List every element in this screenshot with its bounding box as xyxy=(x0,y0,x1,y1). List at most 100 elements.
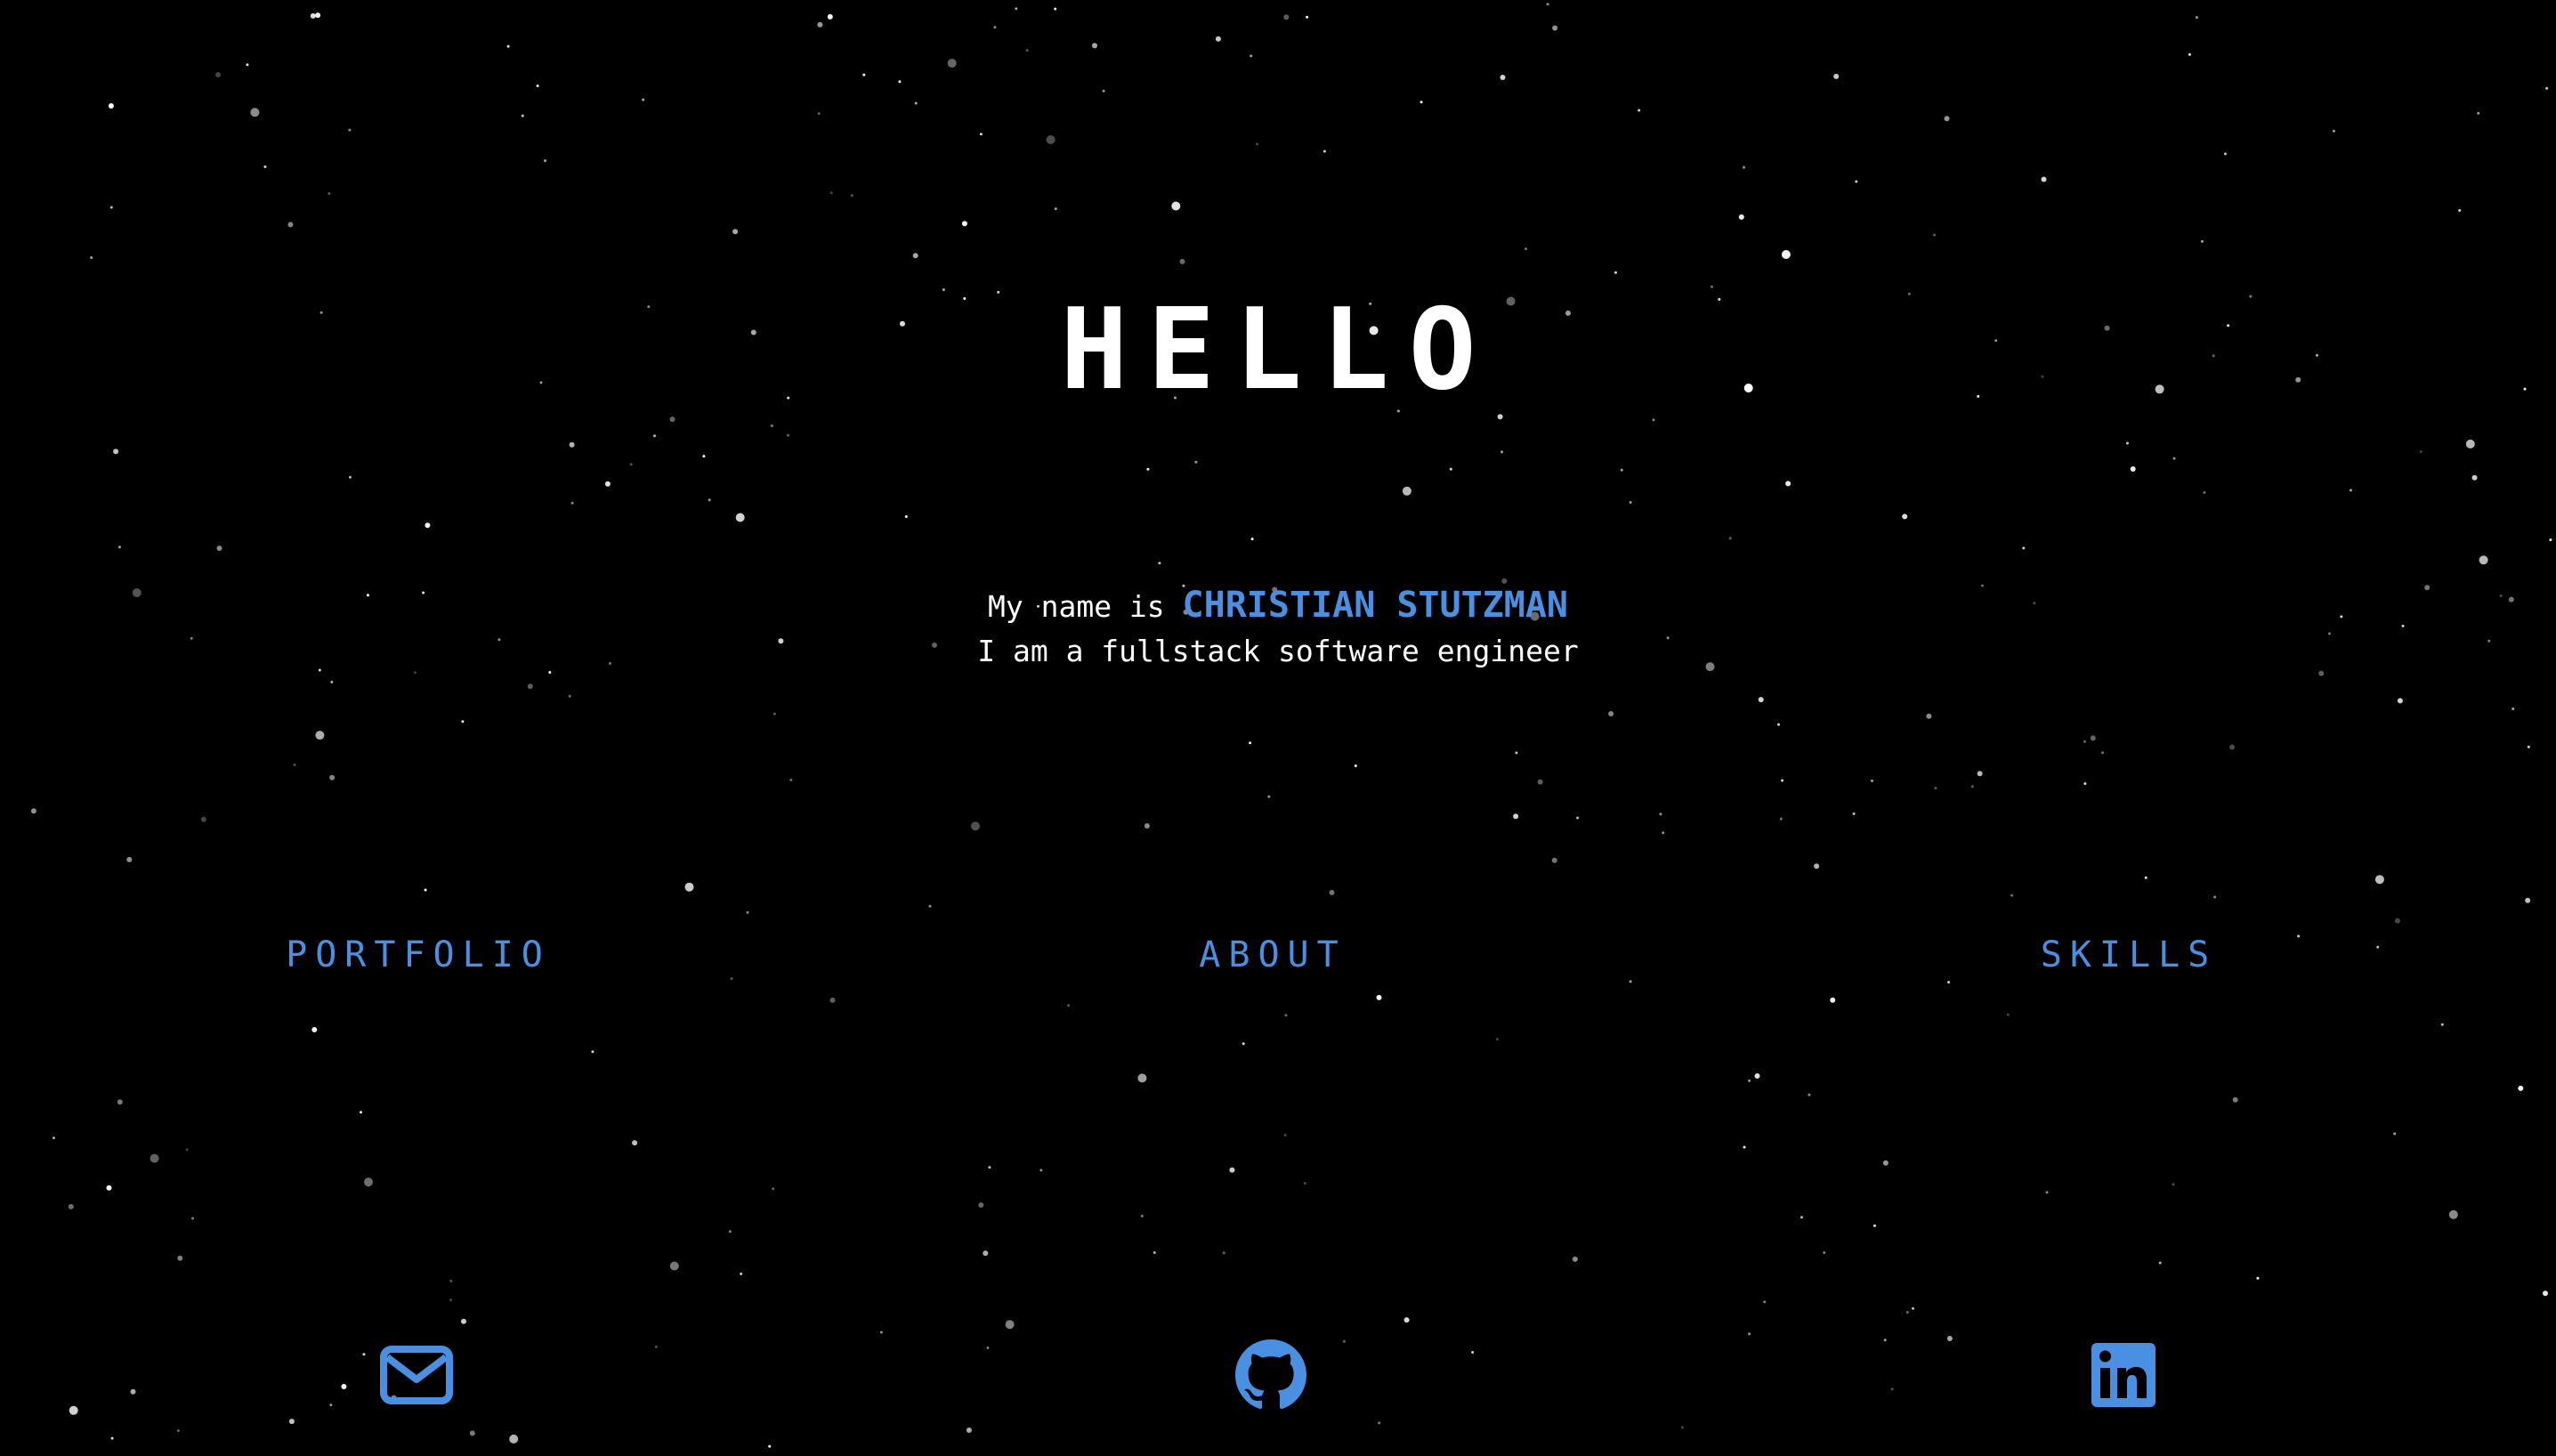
star xyxy=(1449,467,1452,471)
star xyxy=(1638,109,1641,112)
star xyxy=(1933,233,1936,237)
star xyxy=(966,1428,972,1433)
star xyxy=(1833,73,1840,79)
star xyxy=(1242,1042,1245,1046)
intro-tagline: I am a fullstack software engineer xyxy=(977,634,1579,668)
star xyxy=(684,882,694,892)
star xyxy=(2332,129,2335,133)
star xyxy=(1500,75,1506,80)
star xyxy=(2130,466,2136,472)
star xyxy=(2448,1209,2458,1219)
star xyxy=(1823,1251,1826,1254)
star xyxy=(1420,101,1423,104)
star xyxy=(1608,711,1614,716)
star xyxy=(772,1187,775,1191)
star xyxy=(1652,418,1655,422)
star xyxy=(328,192,331,195)
star xyxy=(2144,876,2148,879)
star xyxy=(177,1255,183,1261)
star xyxy=(1785,481,1792,487)
star xyxy=(2090,735,2096,741)
star xyxy=(904,515,908,518)
star xyxy=(1513,813,1519,820)
star xyxy=(1222,1251,1225,1255)
star xyxy=(1303,1182,1306,1185)
star xyxy=(993,26,997,29)
star xyxy=(1403,1317,1410,1323)
star xyxy=(425,522,431,529)
star xyxy=(1194,460,1198,464)
star xyxy=(1748,1332,1751,1336)
star xyxy=(2006,1013,2010,1016)
starfield-background xyxy=(30,3,2552,1448)
star xyxy=(570,501,574,505)
intro-name-line: My name is CHRISTIAN STUTZMAN xyxy=(0,583,2556,629)
star xyxy=(1354,764,1357,767)
star xyxy=(591,1050,595,1054)
star xyxy=(961,221,967,227)
star xyxy=(1546,3,1549,6)
nav-portfolio-link[interactable]: PORTFOLIO xyxy=(286,934,551,975)
star xyxy=(1250,54,1253,58)
star xyxy=(1662,831,1665,835)
star xyxy=(287,222,294,228)
star xyxy=(2374,875,2384,885)
star xyxy=(469,1430,475,1436)
star xyxy=(527,684,533,690)
star xyxy=(2394,918,2400,924)
star xyxy=(311,1027,318,1032)
star xyxy=(1256,142,1258,146)
star xyxy=(1934,787,1937,790)
intro-section: My name is CHRISTIAN STUTZMAN I am a ful… xyxy=(0,583,2556,674)
star xyxy=(862,73,866,77)
star xyxy=(348,128,352,132)
star xyxy=(1808,1093,1811,1096)
star xyxy=(288,1419,295,1425)
star xyxy=(1763,1300,1767,1304)
star xyxy=(1249,741,1252,745)
star xyxy=(1376,994,1382,1000)
star xyxy=(1551,857,1557,863)
star xyxy=(108,103,114,109)
github-link[interactable] xyxy=(1234,1339,1308,1411)
star xyxy=(942,288,945,291)
star xyxy=(1525,247,1527,251)
nav-about-link[interactable]: ABOUT xyxy=(1199,934,1346,975)
linkedin-icon xyxy=(2091,1343,2156,1407)
star xyxy=(1781,250,1791,259)
star xyxy=(740,1272,743,1275)
star xyxy=(424,888,427,892)
star xyxy=(629,463,633,466)
star xyxy=(1140,1214,1144,1217)
linkedin-link[interactable] xyxy=(2088,1339,2163,1411)
star xyxy=(1912,1306,1914,1310)
star xyxy=(2465,439,2475,449)
star xyxy=(364,1177,373,1187)
star xyxy=(817,21,823,28)
email-link[interactable] xyxy=(379,1339,454,1411)
star xyxy=(315,12,321,19)
star xyxy=(1015,7,1018,11)
intro-prefix: My name is xyxy=(987,589,1183,624)
star xyxy=(2224,152,2227,156)
star xyxy=(2440,1023,2444,1026)
star xyxy=(1743,166,1745,169)
star xyxy=(126,856,133,862)
star xyxy=(1800,1216,1803,1219)
star xyxy=(2512,708,2515,710)
star xyxy=(1970,785,1974,789)
nav-skills-link[interactable]: SKILLS xyxy=(2041,934,2218,975)
star xyxy=(770,424,773,427)
star xyxy=(1102,89,1105,93)
star xyxy=(544,159,546,163)
star xyxy=(879,1331,883,1334)
star xyxy=(735,513,745,522)
star xyxy=(947,59,957,68)
star xyxy=(1322,150,1326,153)
star xyxy=(1852,812,1856,815)
star xyxy=(1046,135,1056,144)
star xyxy=(1777,723,1780,726)
star xyxy=(2188,53,2191,56)
star xyxy=(449,1298,452,1302)
star xyxy=(1497,414,1503,420)
